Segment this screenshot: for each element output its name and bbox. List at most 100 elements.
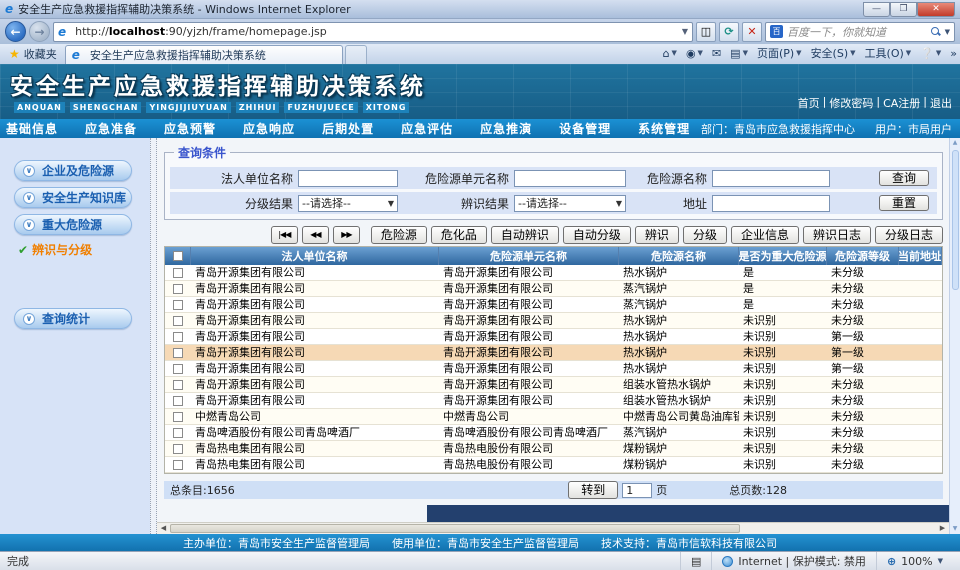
horizontal-scrollbar[interactable]: ◀ ▶ <box>157 522 949 534</box>
select-all-checkbox[interactable] <box>173 251 183 261</box>
table-row[interactable]: 青岛开源集团有限公司青岛开源集团有限公司蒸汽锅炉是未分级 <box>165 281 942 297</box>
table-row[interactable]: 青岛开源集团有限公司青岛开源集团有限公司热水锅炉未识别未分级 <box>165 313 942 329</box>
print-button[interactable]: ▤▼ <box>730 47 748 60</box>
sidebar-group-button[interactable]: ∨重大危险源 <box>14 214 132 235</box>
first-page-button[interactable]: |◀◀ <box>271 226 298 244</box>
menu-item[interactable]: 基础信息 <box>6 120 58 137</box>
toolbar-button-分级日志[interactable]: 分级日志 <box>875 226 943 244</box>
menu-item[interactable]: 后期处置 <box>322 120 374 137</box>
menu-item[interactable]: 应急响应 <box>243 120 295 137</box>
row-checkbox[interactable] <box>173 380 183 390</box>
table-row[interactable]: 青岛热电集团有限公司青岛热电股份有限公司煤粉锅炉未识别未分级 <box>165 457 942 473</box>
page-number-input[interactable]: 1 <box>622 483 652 498</box>
scroll-left-icon[interactable]: ◀ <box>157 523 170 534</box>
scroll-up-icon[interactable]: ▲ <box>953 138 958 148</box>
row-checkbox[interactable] <box>173 460 183 470</box>
table-row[interactable]: 中燃青岛公司中燃青岛公司中燃青岛公司黄岛油库锅炉未识别未分级 <box>165 409 942 425</box>
row-checkbox[interactable] <box>173 332 183 342</box>
row-checkbox[interactable] <box>173 428 183 438</box>
toolbar-button-危化品[interactable]: 危化品 <box>431 226 487 244</box>
safety-menu-button[interactable]: 安全(S)▼ <box>811 45 856 61</box>
help-button[interactable]: ❔▼ <box>920 47 941 60</box>
search-icon[interactable] <box>931 27 941 37</box>
table-row[interactable]: 青岛开源集团有限公司青岛开源集团有限公司组装水管热水锅炉未识别未分级 <box>165 393 942 409</box>
toolbar-button-分级[interactable]: 分级 <box>683 226 727 244</box>
sidebar-item-active[interactable]: ✔辨识与分级 <box>18 241 150 258</box>
zoom-control[interactable]: ⊕ 100% ▼ <box>876 552 953 570</box>
page-menu-button[interactable]: 页面(P)▼ <box>757 45 802 61</box>
header-link-3[interactable]: CA注册 <box>883 95 920 111</box>
header-link-4[interactable]: 退出 <box>930 95 952 111</box>
row-checkbox[interactable] <box>173 316 183 326</box>
menu-item[interactable]: 应急推演 <box>480 120 532 137</box>
sidebar-group-button[interactable]: ∨安全生产知识库 <box>14 187 132 208</box>
table-row[interactable]: 青岛开源集团有限公司青岛开源集团有限公司组装水管热水锅炉未识别未分级 <box>165 377 942 393</box>
row-checkbox[interactable] <box>173 396 183 406</box>
home-button[interactable]: ⌂▼ <box>663 47 677 60</box>
input-法人单位名称[interactable] <box>298 170 398 187</box>
sidebar-group-button[interactable]: ∨查询统计 <box>14 308 132 329</box>
zoom-dropdown-icon[interactable]: ▼ <box>938 557 943 565</box>
toolbar-button-自动分级[interactable]: 自动分级 <box>563 226 631 244</box>
table-row[interactable]: 青岛开源集团有限公司青岛开源集团有限公司热水锅炉未识别第一级 <box>165 361 942 377</box>
menu-item[interactable]: 系统管理 <box>638 120 690 137</box>
menu-item[interactable]: 设备管理 <box>559 120 611 137</box>
menu-item[interactable]: 应急预警 <box>164 120 216 137</box>
row-checkbox[interactable] <box>173 284 183 294</box>
toolbar-button-危险源[interactable]: 危险源 <box>371 226 427 244</box>
next-page-button[interactable]: ▶▶ <box>333 226 360 244</box>
select-辨识结果[interactable]: --请选择--▼ <box>514 195 626 212</box>
menu-item[interactable]: 应急准备 <box>85 120 137 137</box>
forward-button[interactable]: → <box>29 21 50 42</box>
toolbar-button-辨识[interactable]: 辨识 <box>635 226 679 244</box>
select-分级结果[interactable]: --请选择--▼ <box>298 195 398 212</box>
table-row[interactable]: 青岛开源集团有限公司青岛开源集团有限公司热水锅炉未识别第一级 <box>165 345 942 361</box>
scroll-down-icon[interactable]: ▼ <box>953 524 958 534</box>
vertical-scroll-thumb[interactable] <box>952 150 959 290</box>
refresh-button[interactable]: ⟳ <box>719 22 739 42</box>
row-checkbox[interactable] <box>173 300 183 310</box>
tools-menu-button[interactable]: 工具(O)▼ <box>865 45 912 61</box>
header-link-2[interactable]: 修改密码 <box>829 95 873 111</box>
compatibility-view-button[interactable]: ◫ <box>696 22 716 42</box>
frame-splitter[interactable] <box>150 138 157 534</box>
sidebar-group-button[interactable]: ∨企业及危险源 <box>14 160 132 181</box>
close-button[interactable]: ✕ <box>917 2 955 17</box>
goto-button[interactable]: 转到 <box>568 481 618 499</box>
toolbar-button-企业信息[interactable]: 企业信息 <box>731 226 799 244</box>
favorites-button[interactable]: ★ 收藏夹 <box>3 46 65 64</box>
toolbar-button-辨识日志[interactable]: 辨识日志 <box>803 226 871 244</box>
row-checkbox[interactable] <box>173 268 183 278</box>
table-row[interactable]: 青岛开源集团有限公司青岛开源集团有限公司蒸汽锅炉是未分级 <box>165 297 942 313</box>
prev-page-button[interactable]: ◀◀ <box>302 226 329 244</box>
browser-tab[interactable]: e 安全生产应急救援指挥辅助决策系统 <box>65 45 343 64</box>
input-危险源单元名称[interactable] <box>514 170 626 187</box>
menu-item[interactable]: 应急评估 <box>401 120 453 137</box>
toolbar-button-自动辨识[interactable]: 自动辨识 <box>491 226 559 244</box>
input-危险源名称[interactable] <box>712 170 830 187</box>
table-row[interactable]: 青岛开源集团有限公司青岛开源集团有限公司热水锅炉是未分级 <box>165 265 942 281</box>
row-checkbox[interactable] <box>173 364 183 374</box>
table-row[interactable]: 青岛啤酒股份有限公司青岛啤酒厂青岛啤酒股份有限公司青岛啤酒厂蒸汽锅炉未识别未分级 <box>165 425 942 441</box>
minimize-button[interactable]: — <box>863 2 890 17</box>
row-checkbox[interactable] <box>173 348 183 358</box>
back-button[interactable]: ← <box>5 21 26 42</box>
stop-button[interactable]: ✕ <box>742 22 762 42</box>
reset-button[interactable]: 重置 <box>879 195 929 211</box>
row-checkbox[interactable] <box>173 444 183 454</box>
vertical-scrollbar[interactable]: ▲ ▼ <box>949 138 960 534</box>
input-地址[interactable] <box>712 195 830 212</box>
scroll-right-icon[interactable]: ▶ <box>936 523 949 534</box>
row-checkbox[interactable] <box>173 412 183 422</box>
table-row[interactable]: 青岛开源集团有限公司青岛开源集团有限公司热水锅炉未识别第一级 <box>165 329 942 345</box>
new-tab-button[interactable] <box>345 45 367 64</box>
search-button[interactable]: 查询 <box>879 170 929 186</box>
search-box[interactable]: 百 百度一下，你就知道 ▼ <box>765 22 955 42</box>
horizontal-scroll-thumb[interactable] <box>170 524 740 533</box>
feeds-button[interactable]: ◉▼ <box>686 47 703 60</box>
maximize-button[interactable]: ❐ <box>890 2 917 17</box>
url-dropdown-icon[interactable]: ▼ <box>682 27 688 36</box>
mail-button[interactable]: ✉ <box>712 47 721 60</box>
chevron-more-button[interactable]: » <box>950 47 957 60</box>
url-field[interactable]: e http://localhost:90/yjzh/frame/homepag… <box>53 22 693 42</box>
